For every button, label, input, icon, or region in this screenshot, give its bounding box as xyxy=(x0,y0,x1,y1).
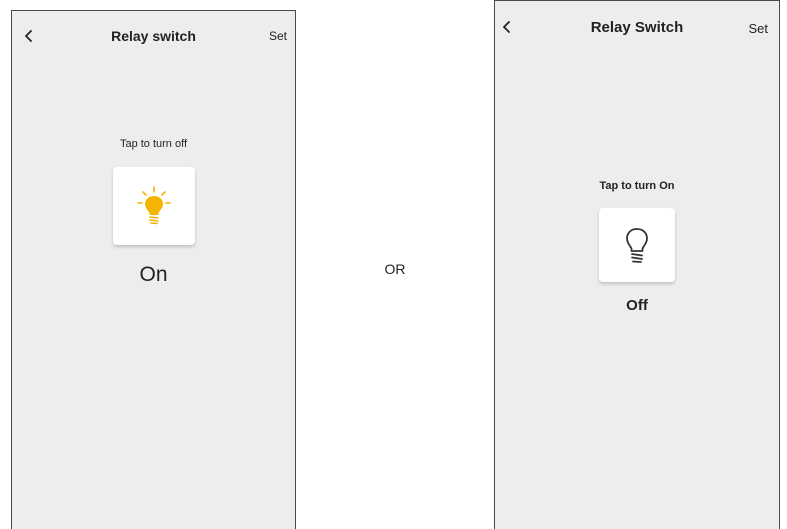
header: Relay Switch Set xyxy=(495,1,779,49)
lightbulb-off-icon xyxy=(626,228,648,263)
page-title: Relay Switch xyxy=(590,19,684,36)
tap-hint: Tap to turn On xyxy=(599,180,675,192)
relay-switch-screen-off: Relay Switch Set Tap to turn On Off xyxy=(494,0,780,529)
settings-button[interactable]: Set xyxy=(269,29,287,43)
relay-switch-screen-on: Relay switch Set Tap to turn off On xyxy=(11,10,296,529)
lightbulb-on-icon xyxy=(137,186,171,225)
or-separator: OR xyxy=(384,261,406,277)
relay-toggle-tile[interactable] xyxy=(599,208,675,282)
state-label: On xyxy=(139,263,168,286)
tap-hint: Tap to turn off xyxy=(119,138,188,150)
page-title: Relay switch xyxy=(111,28,196,44)
settings-button[interactable]: Set xyxy=(748,21,768,36)
relay-toggle-tile[interactable] xyxy=(113,167,195,245)
header: Relay switch Set xyxy=(12,11,295,59)
state-label: Off xyxy=(626,297,648,314)
